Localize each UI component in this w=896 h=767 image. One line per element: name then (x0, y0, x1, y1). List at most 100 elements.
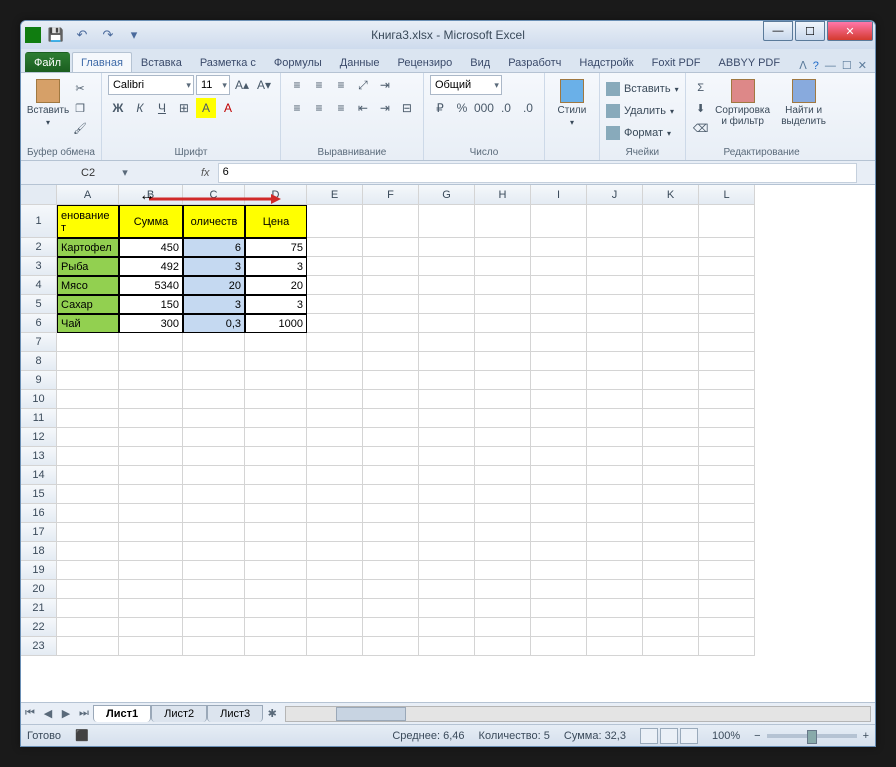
cell-A19[interactable] (57, 561, 119, 580)
cell-F19[interactable] (363, 561, 419, 580)
increase-decimal-icon[interactable]: .0 (496, 98, 516, 118)
cell-L10[interactable] (699, 390, 755, 409)
tab-review[interactable]: Рецензиро (389, 52, 462, 72)
cell-I3[interactable] (531, 257, 587, 276)
cell-F21[interactable] (363, 599, 419, 618)
sheet-nav-first-icon[interactable]: ⏮ (21, 705, 39, 723)
merge-icon[interactable]: ⊟ (397, 98, 417, 118)
cell-A1[interactable]: енование т (57, 205, 119, 238)
cell-K3[interactable] (643, 257, 699, 276)
cell-F2[interactable] (363, 238, 419, 257)
tab-view[interactable]: Вид (461, 52, 499, 72)
cell-C22[interactable] (183, 618, 245, 637)
col-header-H[interactable]: H (475, 185, 531, 205)
align-right-icon[interactable]: ≡ (331, 98, 351, 118)
cell-D10[interactable] (245, 390, 307, 409)
cell-E15[interactable] (307, 485, 363, 504)
decrease-decimal-icon[interactable]: .0 (518, 98, 538, 118)
fill-color-icon[interactable]: A (196, 98, 216, 118)
cell-F10[interactable] (363, 390, 419, 409)
cell-G23[interactable] (419, 637, 475, 656)
cell-I7[interactable] (531, 333, 587, 352)
cell-L16[interactable] (699, 504, 755, 523)
cell-B4[interactable]: 5340 (119, 276, 183, 295)
cell-F23[interactable] (363, 637, 419, 656)
row-header-15[interactable]: 15 (21, 485, 57, 504)
cell-H23[interactable] (475, 637, 531, 656)
cell-B23[interactable] (119, 637, 183, 656)
redo-icon[interactable]: ↷ (97, 24, 119, 46)
cell-H18[interactable] (475, 542, 531, 561)
cell-K15[interactable] (643, 485, 699, 504)
row-header-3[interactable]: 3 (21, 257, 57, 276)
autosum-icon[interactable]: Σ (692, 79, 710, 97)
sheet-tab-2[interactable]: Лист2 (151, 705, 207, 722)
cell-E13[interactable] (307, 447, 363, 466)
cell-L1[interactable] (699, 205, 755, 238)
underline-button[interactable]: Ч (152, 98, 172, 118)
cell-C23[interactable] (183, 637, 245, 656)
percent-icon[interactable]: % (452, 98, 472, 118)
cell-D8[interactable] (245, 352, 307, 371)
cell-A15[interactable] (57, 485, 119, 504)
cell-D18[interactable] (245, 542, 307, 561)
cell-B3[interactable]: 492 (119, 257, 183, 276)
col-header-C[interactable]: C (183, 185, 245, 205)
cell-C18[interactable] (183, 542, 245, 561)
col-header-L[interactable]: L (699, 185, 755, 205)
ribbon-minimize-icon[interactable]: ᐱ (799, 59, 807, 72)
cells-format-button[interactable]: Формат▾ (606, 123, 671, 143)
cell-K23[interactable] (643, 637, 699, 656)
fill-icon[interactable]: ⬇ (692, 99, 710, 117)
cell-E5[interactable] (307, 295, 363, 314)
cell-A14[interactable] (57, 466, 119, 485)
cell-D17[interactable] (245, 523, 307, 542)
cell-H13[interactable] (475, 447, 531, 466)
cell-B19[interactable] (119, 561, 183, 580)
cell-C19[interactable] (183, 561, 245, 580)
cell-J20[interactable] (587, 580, 643, 599)
cell-G13[interactable] (419, 447, 475, 466)
cell-K9[interactable] (643, 371, 699, 390)
number-format-combo[interactable]: Общий (430, 75, 502, 95)
cell-L14[interactable] (699, 466, 755, 485)
cell-E10[interactable] (307, 390, 363, 409)
font-name-combo[interactable]: Calibri (108, 75, 194, 95)
cell-E17[interactable] (307, 523, 363, 542)
cell-K1[interactable] (643, 205, 699, 238)
cell-K7[interactable] (643, 333, 699, 352)
cell-J18[interactable] (587, 542, 643, 561)
row-header-19[interactable]: 19 (21, 561, 57, 580)
cell-L4[interactable] (699, 276, 755, 295)
cell-C14[interactable] (183, 466, 245, 485)
cell-A13[interactable] (57, 447, 119, 466)
col-header-F[interactable]: F (363, 185, 419, 205)
sheet-nav-prev-icon[interactable]: ◀ (39, 705, 57, 723)
cell-I18[interactable] (531, 542, 587, 561)
bold-button[interactable]: Ж (108, 98, 128, 118)
sheet-tab-active[interactable]: Лист1 (93, 705, 151, 722)
cell-I13[interactable] (531, 447, 587, 466)
row-header-23[interactable]: 23 (21, 637, 57, 656)
cell-A22[interactable] (57, 618, 119, 637)
cell-B13[interactable] (119, 447, 183, 466)
cell-K19[interactable] (643, 561, 699, 580)
cell-H19[interactable] (475, 561, 531, 580)
zoom-in-icon[interactable]: + (863, 730, 869, 742)
cell-C5[interactable]: 3 (183, 295, 245, 314)
cell-G3[interactable] (419, 257, 475, 276)
cell-G12[interactable] (419, 428, 475, 447)
cell-J11[interactable] (587, 409, 643, 428)
horizontal-scrollbar[interactable] (285, 706, 871, 722)
cell-J4[interactable] (587, 276, 643, 295)
cell-L13[interactable] (699, 447, 755, 466)
cell-B12[interactable] (119, 428, 183, 447)
col-header-J[interactable]: J (587, 185, 643, 205)
grow-font-icon[interactable]: A▴ (232, 75, 252, 95)
cell-F13[interactable] (363, 447, 419, 466)
cell-J8[interactable] (587, 352, 643, 371)
cell-J16[interactable] (587, 504, 643, 523)
cell-C4[interactable]: 20 (183, 276, 245, 295)
cell-L2[interactable] (699, 238, 755, 257)
cell-I15[interactable] (531, 485, 587, 504)
